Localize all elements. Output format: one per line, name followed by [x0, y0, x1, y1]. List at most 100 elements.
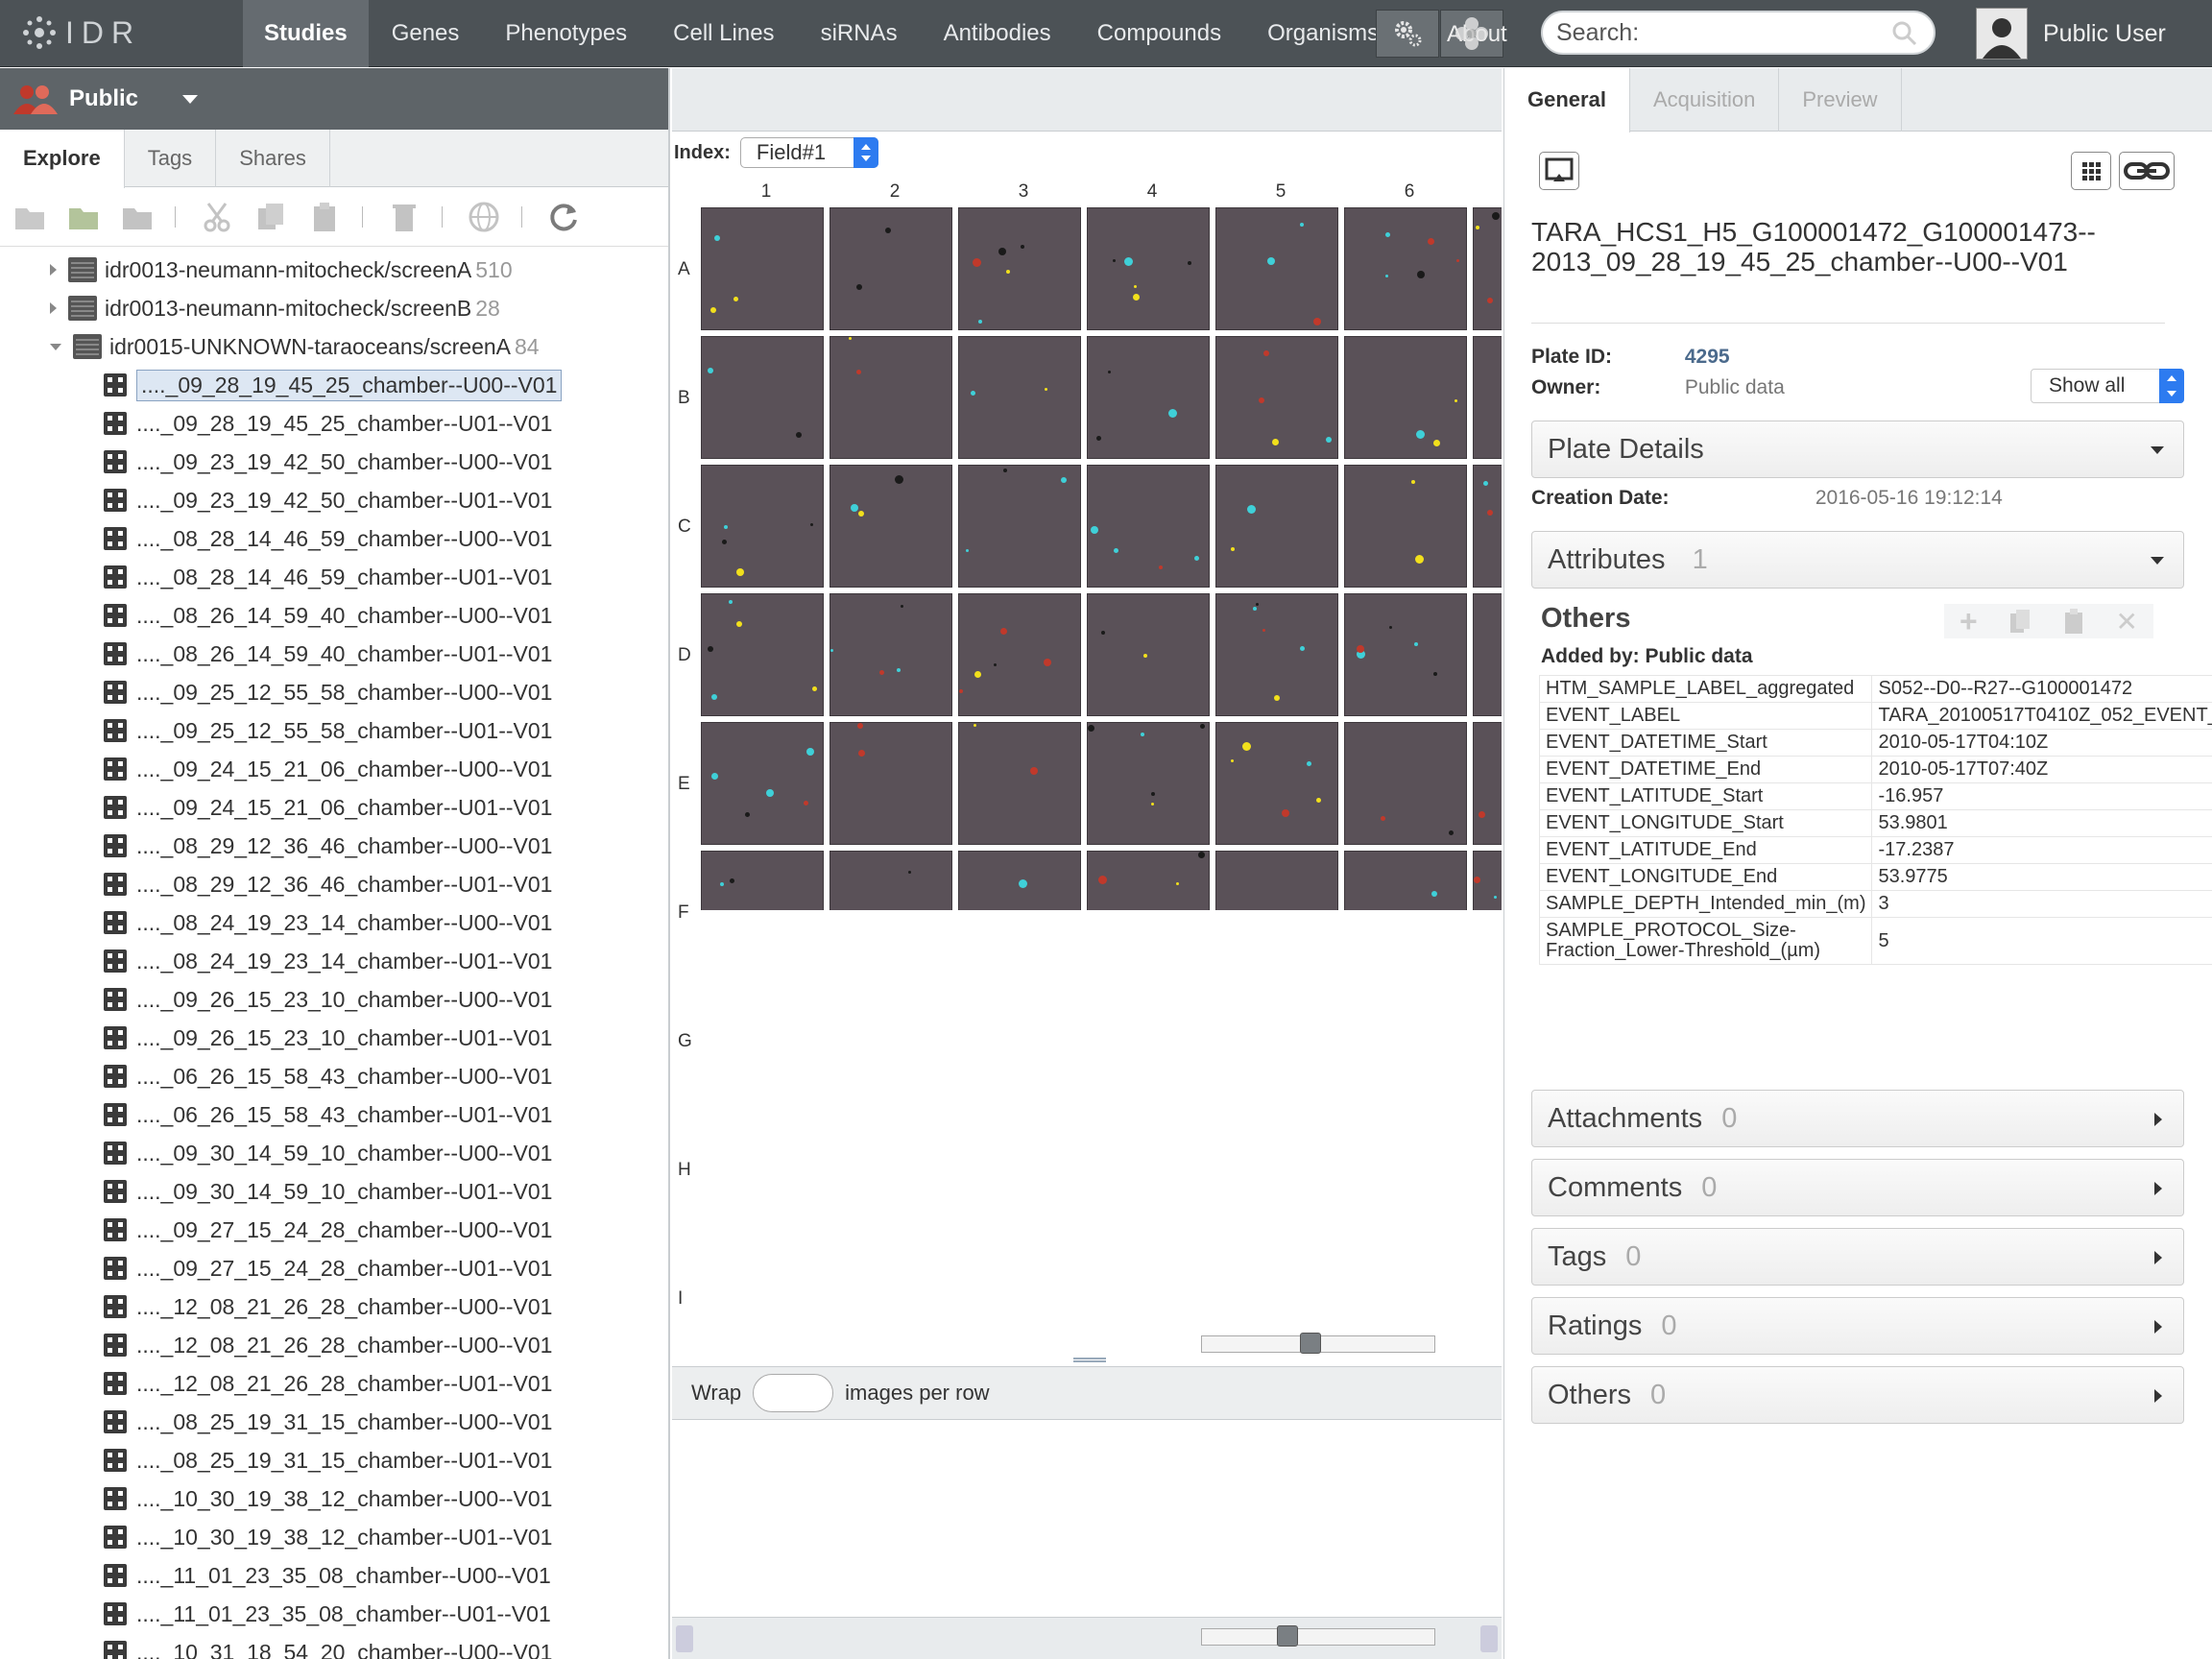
- plate-well[interactable]: [830, 593, 952, 716]
- copy-icon[interactable]: [254, 201, 287, 233]
- tree-plate-item[interactable]: ...._08_24_19_23_14_chamber--U01--V01: [104, 944, 552, 978]
- plate-well[interactable]: [830, 465, 952, 588]
- plate-well[interactable]: [1215, 722, 1338, 845]
- nav-genes[interactable]: Genes: [369, 0, 483, 67]
- tree-plate-item[interactable]: ...._09_23_19_42_50_chamber--U00--V01: [104, 445, 552, 479]
- search-icon[interactable]: [1891, 20, 1918, 47]
- plate-well[interactable]: [1215, 851, 1338, 910]
- tree-plate-item[interactable]: ...._09_25_12_55_58_chamber--U01--V01: [104, 713, 552, 748]
- tree-plate-item[interactable]: ...._08_25_19_31_15_chamber--U01--V01: [104, 1443, 552, 1478]
- cut-icon[interactable]: [201, 201, 233, 233]
- user-menu[interactable]: Public User: [1976, 8, 2166, 60]
- tree-screen-item[interactable]: idr0013-neumann-mitocheck/screenA 510: [50, 252, 513, 287]
- zoom-slider-bottom[interactable]: [1201, 1625, 1435, 1647]
- about-button[interactable]: About: [1440, 10, 1507, 58]
- tab-explore[interactable]: Explore: [0, 130, 125, 188]
- tree-plate-item[interactable]: ...._06_26_15_58_43_chamber--U00--V01: [104, 1059, 552, 1094]
- tab-acquisition[interactable]: Acquisition: [1630, 68, 1780, 132]
- tree-plate-item[interactable]: ...._09_24_15_21_06_chamber--U00--V01: [104, 752, 552, 786]
- tree-plate-item[interactable]: ...._12_08_21_26_28_chamber--U01--V01: [104, 1366, 552, 1401]
- tree-plate-item[interactable]: ...._08_26_14_59_40_chamber--U00--V01: [104, 598, 552, 633]
- collapsed-arrow-icon[interactable]: [50, 264, 57, 276]
- plate-well[interactable]: [1473, 851, 1502, 910]
- nav-studies[interactable]: Studies: [243, 0, 369, 67]
- idr-logo[interactable]: IDR: [21, 13, 141, 52]
- zoom-slider-handle[interactable]: [1276, 1625, 1298, 1647]
- plate-well[interactable]: [701, 207, 824, 330]
- tree-plate-item[interactable]: ...._11_01_23_35_08_chamber--U01--V01: [104, 1597, 551, 1631]
- plate-well[interactable]: [1473, 593, 1502, 716]
- attributes-panel[interactable]: Attributes 1: [1531, 531, 2184, 589]
- plate-well[interactable]: [1215, 593, 1338, 716]
- tree-plate-item[interactable]: ...._10_30_19_38_12_chamber--U01--V01: [104, 1520, 552, 1554]
- tree-plate-item[interactable]: ...._09_26_15_23_10_chamber--U00--V01: [104, 982, 552, 1017]
- tree-plate-item[interactable]: ...._06_26_15_58_43_chamber--U01--V01: [104, 1097, 552, 1132]
- panel-others[interactable]: Others 0: [1531, 1366, 2184, 1424]
- plate-well[interactable]: [1344, 851, 1467, 910]
- tree-plate-item[interactable]: ...._09_28_19_45_25_chamber--U00--V01: [104, 368, 563, 402]
- tree-plate-item[interactable]: ...._09_28_19_45_25_chamber--U01--V01: [104, 406, 552, 441]
- plate-well[interactable]: [1344, 207, 1467, 330]
- collapse-right-button[interactable]: [1480, 1625, 1498, 1652]
- plate-well[interactable]: [1087, 336, 1210, 459]
- tree-plate-item[interactable]: ...._09_24_15_21_06_chamber--U01--V01: [104, 790, 552, 825]
- plate-well[interactable]: [701, 593, 824, 716]
- tree-screen-item[interactable]: idr0013-neumann-mitocheck/screenB 28: [50, 291, 500, 325]
- tree-plate-item[interactable]: ...._08_29_12_36_46_chamber--U01--V01: [104, 867, 552, 902]
- tree-screen-item[interactable]: idr0015-UNKNOWN-taraoceans/screenA 84: [50, 329, 540, 364]
- resize-handle[interactable]: [1073, 1358, 1106, 1362]
- plate-well[interactable]: [1344, 722, 1467, 845]
- plate-well[interactable]: [1087, 851, 1210, 910]
- plate-well[interactable]: [1215, 465, 1338, 588]
- plate-details-panel[interactable]: Plate Details: [1531, 421, 2184, 478]
- plate-well[interactable]: [1344, 336, 1467, 459]
- tree-plate-item[interactable]: ...._12_08_21_26_28_chamber--U00--V01: [104, 1328, 552, 1362]
- search-input[interactable]: Search:: [1541, 11, 1936, 55]
- group-selector[interactable]: Public: [0, 68, 668, 130]
- tree-plate-item[interactable]: ...._08_24_19_23_14_chamber--U00--V01: [104, 905, 552, 940]
- tab-shares[interactable]: Shares: [216, 130, 330, 187]
- new-screen-icon[interactable]: [121, 201, 154, 233]
- plate-well[interactable]: [701, 851, 824, 910]
- plate-well[interactable]: [1344, 593, 1467, 716]
- tree-plate-item[interactable]: ...._08_29_12_36_46_chamber--U00--V01: [104, 829, 552, 863]
- zoom-slider-top[interactable]: [1201, 1333, 1435, 1354]
- paste-icon[interactable]: [308, 201, 341, 233]
- globe-icon[interactable]: [468, 201, 500, 233]
- tree-plate-item[interactable]: ...._08_28_14_46_59_chamber--U00--V01: [104, 521, 552, 556]
- tab-tags[interactable]: Tags: [125, 130, 217, 187]
- plate-well[interactable]: [958, 207, 1081, 330]
- plate-well[interactable]: [1473, 207, 1502, 330]
- open-viewer-button[interactable]: [1539, 152, 1579, 190]
- plate-well[interactable]: [1087, 593, 1210, 716]
- tab-preview[interactable]: Preview: [1779, 68, 1902, 132]
- plate-well[interactable]: [1473, 465, 1502, 588]
- plate-well[interactable]: [958, 851, 1081, 910]
- plate-well[interactable]: [1087, 722, 1210, 845]
- tree-plate-item[interactable]: ...._10_30_19_38_12_chamber--U00--V01: [104, 1481, 552, 1516]
- wrap-count-input[interactable]: [753, 1374, 834, 1412]
- nav-cell-lines[interactable]: Cell Lines: [650, 0, 797, 67]
- refresh-icon[interactable]: [547, 201, 580, 233]
- tree-plate-item[interactable]: ...._09_30_14_59_10_chamber--U01--V01: [104, 1174, 552, 1209]
- plate-well[interactable]: [958, 336, 1081, 459]
- copy-icon[interactable]: [2008, 608, 2032, 635]
- plate-well[interactable]: [958, 593, 1081, 716]
- collapse-left-button[interactable]: [676, 1625, 693, 1652]
- panel-attachments[interactable]: Attachments 0: [1531, 1090, 2184, 1147]
- link-button[interactable]: [2119, 152, 2175, 190]
- remove-icon[interactable]: ✕: [2116, 606, 2138, 637]
- expanded-arrow-icon[interactable]: [50, 343, 61, 350]
- plate-well[interactable]: [830, 851, 952, 910]
- plate-well[interactable]: [1215, 336, 1338, 459]
- plate-well[interactable]: [1087, 207, 1210, 330]
- zoom-slider-handle[interactable]: [1300, 1333, 1322, 1354]
- tree-plate-item[interactable]: ...._08_25_19_31_15_chamber--U00--V01: [104, 1405, 552, 1439]
- panel-tags[interactable]: Tags 0: [1531, 1228, 2184, 1286]
- nav-compounds[interactable]: Compounds: [1074, 0, 1244, 67]
- tree-plate-item[interactable]: ...._09_23_19_42_50_chamber--U01--V01: [104, 483, 552, 517]
- nav-sirnas[interactable]: siRNAs: [798, 0, 921, 67]
- plate-well[interactable]: [830, 336, 952, 459]
- plate-well[interactable]: [701, 465, 824, 588]
- plate-well[interactable]: [1473, 336, 1502, 459]
